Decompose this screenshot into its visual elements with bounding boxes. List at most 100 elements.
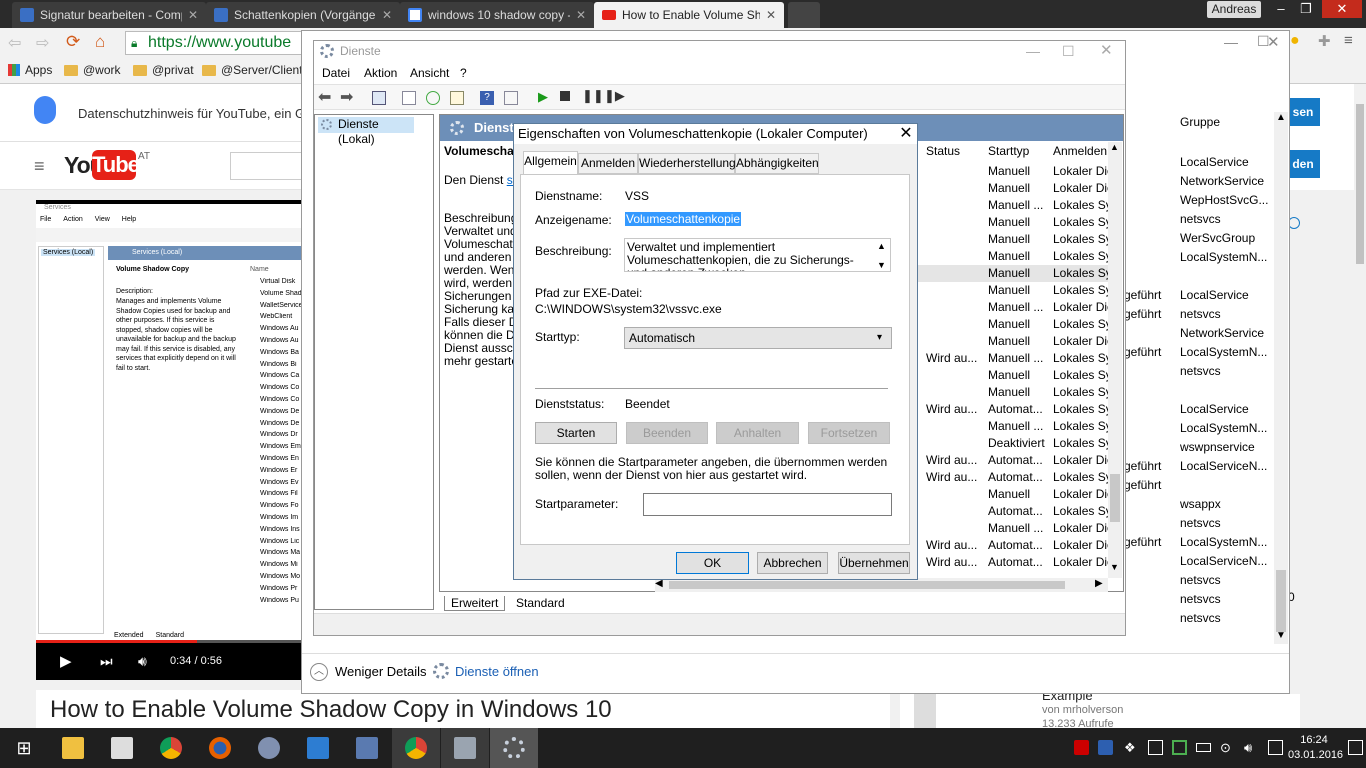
- service-row[interactable]: Wird au... Automat... Lokaler Dien: [918, 554, 1116, 571]
- scroll-up-icon[interactable]: ▲: [1276, 112, 1286, 123]
- service-row[interactable]: Automat... Lokales Sys: [918, 503, 1116, 520]
- hamburger-icon[interactable]: ≡: [34, 156, 45, 177]
- browser-tab[interactable]: Schattenkopien (Vorgängerv ✕: [206, 2, 400, 28]
- console-tree-icon[interactable]: [372, 91, 386, 105]
- taskbar-app-active[interactable]: [490, 728, 538, 768]
- side-button[interactable]: den: [1286, 150, 1320, 178]
- apply-button[interactable]: Übernehmen: [838, 552, 910, 574]
- pdf-icon[interactable]: [1074, 740, 1089, 755]
- browser-tab[interactable]: windows 10 shadow copy - G ✕: [400, 2, 594, 28]
- forward-icon[interactable]: ➡: [340, 87, 353, 107]
- column-status[interactable]: Status: [926, 144, 960, 158]
- search-input[interactable]: [230, 152, 310, 180]
- play-icon[interactable]: ▶: [60, 652, 72, 670]
- tray-icon[interactable]: [1098, 740, 1113, 755]
- service-row[interactable]: Manuell Lokales Sys: [918, 367, 1116, 384]
- close-icon[interactable]: ✕: [382, 8, 392, 22]
- taskbar-app[interactable]: [49, 728, 97, 768]
- service-row[interactable]: Deaktiviert Lokales Sys: [918, 435, 1116, 452]
- browser-tab[interactable]: Signatur bearbeiten - Compu ✕: [12, 2, 206, 28]
- url-input[interactable]: 🔒︎ https://www.youtube: [125, 31, 305, 55]
- services-hscroll[interactable]: ◀ ▶: [655, 578, 1108, 592]
- minimize-icon[interactable]: —: [1224, 34, 1238, 50]
- tray-icon[interactable]: [1172, 740, 1187, 755]
- column-starttyp[interactable]: Starttyp: [988, 144, 1029, 158]
- scroll-up-icon[interactable]: ▲: [877, 241, 886, 251]
- volume-icon[interactable]: 🔊︎: [138, 653, 147, 670]
- scrollbar-thumb[interactable]: [1110, 474, 1120, 522]
- close-window-icon[interactable]: ✕: [1322, 0, 1362, 18]
- resume-button[interactable]: Fortsetzen: [808, 422, 890, 444]
- bookmark-folder[interactable]: @Server/Client: [202, 63, 303, 77]
- start-button[interactable]: ⊞: [0, 728, 48, 768]
- ok-button[interactable]: OK: [676, 552, 749, 574]
- video-progress[interactable]: [36, 640, 302, 643]
- service-row[interactable]: Wird au... Manuell ... Lokales Sys: [918, 350, 1116, 367]
- next-icon[interactable]: ⏭: [100, 653, 113, 670]
- bulb-icon[interactable]: ●: [1290, 32, 1300, 50]
- service-row[interactable]: Wird au... Automat... Lokaler Dien: [918, 452, 1116, 469]
- chevron-up-icon[interactable]: ︿: [310, 663, 328, 681]
- tab-allgemein[interactable]: Allgemein: [523, 151, 578, 175]
- start-button[interactable]: Starten: [535, 422, 617, 444]
- taskbar-app[interactable]: [343, 728, 391, 768]
- play-service-icon[interactable]: ▶: [538, 89, 548, 105]
- service-row[interactable]: Manuell ... Lokales Sys: [918, 418, 1116, 435]
- scroll-up-icon[interactable]: ▲: [1110, 142, 1119, 152]
- service-row[interactable]: Wird au... Automat... Lokales Sys: [918, 401, 1116, 418]
- scrollbar-thumb[interactable]: [1276, 570, 1286, 632]
- service-row[interactable]: Manuell Lokaler Dien: [918, 163, 1116, 180]
- service-row[interactable]: Wird au... Automat... Lokales Sys: [918, 469, 1116, 486]
- service-row[interactable]: Manuell Lokales Sys: [918, 265, 1116, 282]
- taskbar-app[interactable]: [245, 728, 293, 768]
- network-icon[interactable]: ⊙: [1220, 740, 1235, 755]
- new-tab-button[interactable]: [788, 2, 820, 28]
- service-row[interactable]: Manuell Lokales Sys: [918, 248, 1116, 265]
- battery-icon[interactable]: [1196, 743, 1211, 752]
- stop-button[interactable]: Beenden: [626, 422, 708, 444]
- extension-icon[interactable]: ✚: [1318, 32, 1331, 50]
- taskbar-app[interactable]: [196, 728, 244, 768]
- taskbar-app[interactable]: [441, 728, 489, 768]
- start-params-input[interactable]: [643, 493, 892, 516]
- minimize-icon[interactable]: —: [1026, 41, 1040, 61]
- tray-icon[interactable]: [1148, 740, 1163, 755]
- close-icon[interactable]: ✕: [188, 8, 198, 22]
- taskbar-app[interactable]: [98, 728, 146, 768]
- scroll-down-icon[interactable]: ▼: [1110, 562, 1119, 572]
- properties-icon[interactable]: [402, 91, 416, 105]
- export-icon[interactable]: [450, 91, 464, 105]
- taskbar-app[interactable]: [392, 728, 440, 768]
- restart-service-icon[interactable]: ❚▶: [604, 88, 625, 104]
- open-services-link[interactable]: Dienste öffnen: [455, 664, 539, 679]
- close-icon[interactable]: ✕: [1267, 33, 1280, 51]
- menu-ansicht[interactable]: Ansicht: [410, 66, 449, 80]
- menu-help[interactable]: ?: [460, 66, 467, 80]
- service-row[interactable]: Manuell ... Lokaler Dien: [918, 299, 1116, 316]
- home-icon[interactable]: ⌂: [95, 32, 105, 52]
- forward-icon[interactable]: ⇨: [36, 33, 49, 53]
- bookmark-apps[interactable]: Apps: [8, 63, 52, 77]
- description-textarea[interactable]: Verwaltet und implementiert Volumeschatt…: [624, 238, 891, 272]
- scroll-down-icon[interactable]: ▼: [877, 260, 886, 270]
- maximize-icon[interactable]: ☐: [1062, 41, 1075, 61]
- service-row[interactable]: Manuell Lokales Sys: [918, 316, 1116, 333]
- tab-erweitert[interactable]: Erweitert: [444, 596, 506, 611]
- youtube-logo-tube[interactable]: Tube: [92, 150, 140, 180]
- taskbar-app[interactable]: [147, 728, 195, 768]
- stop-service-icon[interactable]: [560, 91, 570, 101]
- service-row[interactable]: Manuell Lokales Sys: [918, 214, 1116, 231]
- browser-tab-active[interactable]: How to Enable Volume Shad ✕: [594, 2, 784, 28]
- close-icon[interactable]: ✕: [766, 8, 776, 22]
- bookmark-folder[interactable]: @work: [64, 63, 121, 77]
- tab-standard[interactable]: Standard: [510, 596, 571, 610]
- display-name-field[interactable]: Volumeschattenkopie: [625, 212, 742, 226]
- scrollbar-thumb[interactable]: [1356, 104, 1364, 264]
- service-row[interactable]: Manuell Lokaler Dien: [918, 486, 1116, 503]
- menu-aktion[interactable]: Aktion: [364, 66, 397, 80]
- reload-icon[interactable]: ⟳: [66, 32, 80, 52]
- tree-item-services[interactable]: Dienste (Lokal): [318, 117, 414, 146]
- dropbox-icon[interactable]: ❖: [1124, 740, 1139, 755]
- help-icon[interactable]: ?: [480, 91, 494, 105]
- fewer-details-link[interactable]: Weniger Details: [335, 664, 427, 679]
